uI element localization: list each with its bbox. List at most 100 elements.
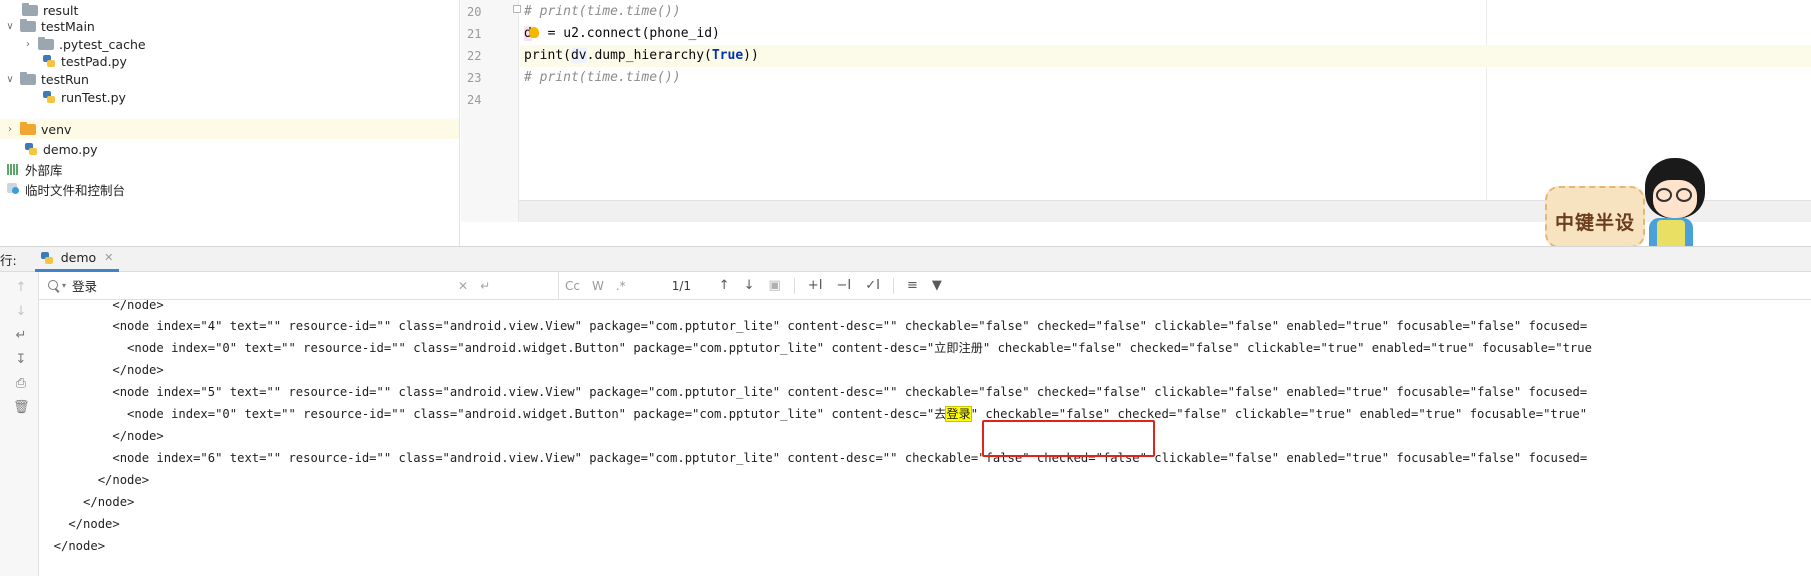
python-file-icon bbox=[42, 54, 56, 68]
console-line: </node> bbox=[39, 300, 164, 312]
folder-icon bbox=[38, 37, 54, 50]
remove-selection-icon[interactable]: −I bbox=[837, 278, 852, 293]
scratch-icon bbox=[6, 182, 20, 196]
filter-icon[interactable]: ▼ bbox=[932, 278, 942, 293]
python-file-icon bbox=[24, 142, 38, 156]
clear-icon[interactable]: ✕ bbox=[458, 279, 468, 293]
tree-item-label: .pytest_cache bbox=[59, 36, 146, 52]
arrow-down-icon[interactable]: ↓ bbox=[13, 304, 29, 320]
console-line: <node index="5" text="" resource-id="" c… bbox=[39, 385, 1588, 399]
soft-wrap-icon[interactable]: ↵ bbox=[13, 328, 29, 344]
search-icon[interactable] bbox=[47, 279, 61, 293]
mascot-glasses bbox=[1656, 188, 1672, 202]
trash-icon[interactable]: 🗑 bbox=[13, 400, 30, 416]
line-number-gutter: 20 21 22 23 24 bbox=[461, 0, 521, 222]
previous-match-icon[interactable]: ↑ bbox=[719, 278, 730, 293]
console-line: </node> bbox=[39, 517, 120, 531]
tree-item-external-libraries[interactable]: 外部库 bbox=[0, 159, 459, 179]
regex-button[interactable]: .* bbox=[616, 279, 626, 293]
console-line: </node> bbox=[39, 473, 150, 487]
tree-item-label: testPad.py bbox=[61, 53, 127, 69]
python-file-icon bbox=[40, 251, 55, 265]
print-icon[interactable]: ⎙ bbox=[13, 376, 29, 392]
code-line-22[interactable]: print(dv.dump_hierarchy(True)) bbox=[524, 45, 759, 67]
close-icon[interactable]: ✕ bbox=[104, 251, 113, 264]
tab-demo[interactable]: demo ✕ bbox=[34, 246, 120, 272]
code-line-21[interactable]: d = u2.connect(phone_id) bbox=[524, 23, 720, 45]
code-line-23[interactable]: # print(time.time()) bbox=[524, 67, 681, 89]
tree-item-label: demo.py bbox=[43, 141, 98, 157]
tree-item-demo[interactable]: demo.py bbox=[0, 139, 459, 159]
next-match-icon[interactable]: ↓ bbox=[744, 278, 755, 293]
code-line-20[interactable]: # print(time.time()) bbox=[524, 1, 681, 23]
console-output[interactable]: </node> <node index="4" text="" resource… bbox=[39, 300, 1811, 576]
tree-item-label: 外部库 bbox=[25, 162, 63, 178]
whole-words-button[interactable]: W bbox=[592, 279, 604, 293]
tree-item-testpad[interactable]: testPad.py bbox=[0, 51, 459, 71]
folder-icon bbox=[20, 72, 36, 85]
line-number: 24 bbox=[467, 93, 482, 107]
search-history-chevron-icon[interactable]: ▾ bbox=[62, 281, 66, 290]
tree-item-runtest[interactable]: runTest.py bbox=[0, 87, 459, 107]
tab-label: demo bbox=[60, 250, 97, 265]
code-editor[interactable]: 20 21 22 23 24 # print(time.time()) d = … bbox=[461, 0, 1811, 252]
toggle-selection-icon[interactable]: ✓I bbox=[865, 278, 880, 293]
tree-item-scratches[interactable]: 临时文件和控制台 bbox=[0, 179, 459, 199]
console-line: <node index="6" text="" resource-id="" c… bbox=[39, 451, 1588, 465]
line-number: 20 bbox=[467, 5, 482, 19]
python-file-icon bbox=[42, 90, 56, 104]
library-icon bbox=[6, 163, 20, 176]
project-tree: result ∨ testMain › .pytest_cache testPa… bbox=[0, 0, 460, 246]
tree-item-label: 临时文件和控制台 bbox=[25, 182, 126, 198]
scroll-to-end-icon[interactable]: ↧ bbox=[13, 352, 29, 368]
tree-item-testmain[interactable]: ∨ testMain bbox=[0, 16, 459, 36]
folder-icon bbox=[20, 19, 36, 32]
intention-bulb-icon[interactable] bbox=[528, 27, 539, 38]
console-line: </node> bbox=[39, 363, 164, 377]
search-match-highlight: 登录 bbox=[945, 406, 972, 422]
console-line: </node> bbox=[39, 495, 135, 509]
console-line: <node index="0" text="" resource-id="" c… bbox=[39, 341, 1592, 355]
console-line: <node index="4" text="" resource-id="" c… bbox=[39, 319, 1588, 333]
watermark-mascot: 中键半设 bbox=[1545, 158, 1705, 254]
tree-item-testrun[interactable]: ∨ testRun bbox=[0, 69, 459, 89]
console-line: </node> bbox=[39, 429, 164, 443]
arrow-up-icon[interactable]: ↑ bbox=[13, 280, 29, 296]
watermark-text: 中键半设 bbox=[1555, 212, 1636, 234]
run-side-toolbar: ↑ ↓ ↵ ↧ ⎙ 🗑 bbox=[0, 272, 39, 576]
tree-item-label: runTest.py bbox=[61, 89, 126, 105]
annotation-highlight-box bbox=[982, 420, 1155, 457]
chevron-right-icon[interactable]: › bbox=[4, 119, 16, 139]
tree-item-label: testRun bbox=[41, 71, 89, 87]
mascot-glasses bbox=[1676, 188, 1692, 202]
find-input[interactable] bbox=[72, 274, 453, 297]
chevron-down-icon[interactable]: ∨ bbox=[4, 69, 16, 89]
find-field-container: ▾ ✕ ↵ bbox=[39, 271, 559, 300]
run-panel-label: 行: bbox=[0, 252, 17, 268]
tree-item-label: venv bbox=[41, 121, 72, 137]
line-number: 23 bbox=[467, 71, 482, 85]
console-line: </node> bbox=[39, 539, 106, 553]
select-all-occurrences-icon[interactable]: ▣ bbox=[769, 278, 781, 293]
tree-item-label: testMain bbox=[41, 18, 95, 34]
find-bar: ▾ ✕ ↵ Cc W .* 1/1 ↑ ↓ ▣ +I −I ✓I ≡ ▼ bbox=[39, 271, 1811, 300]
match-case-button[interactable]: Cc bbox=[565, 279, 580, 293]
code-token: print( bbox=[524, 48, 571, 63]
console-line-match: <node index="0" text="" resource-id="" c… bbox=[39, 403, 1594, 425]
fold-marker-icon[interactable] bbox=[513, 5, 521, 13]
run-tool-window-header: 行: demo ✕ bbox=[0, 246, 1811, 272]
folder-icon bbox=[22, 3, 38, 16]
code-token: .dump_hierarchy( bbox=[586, 48, 712, 63]
align-lines-icon[interactable]: ≡ bbox=[907, 278, 918, 293]
code-token: dv bbox=[570, 48, 587, 63]
code-keyword: True bbox=[711, 48, 744, 63]
toolbar-separator bbox=[793, 277, 795, 294]
toolbar-separator bbox=[893, 277, 894, 294]
line-number: 21 bbox=[467, 27, 482, 41]
chevron-down-icon[interactable]: ∨ bbox=[4, 16, 16, 36]
console-text: " checkable="false" checked="false" clic… bbox=[970, 407, 1595, 421]
new-line-icon[interactable]: ↵ bbox=[480, 279, 490, 293]
add-selection-icon[interactable]: +I bbox=[808, 278, 823, 293]
code-token: = u2.connect(phone_id) bbox=[539, 26, 720, 41]
tree-item-venv[interactable]: › venv bbox=[0, 119, 459, 139]
